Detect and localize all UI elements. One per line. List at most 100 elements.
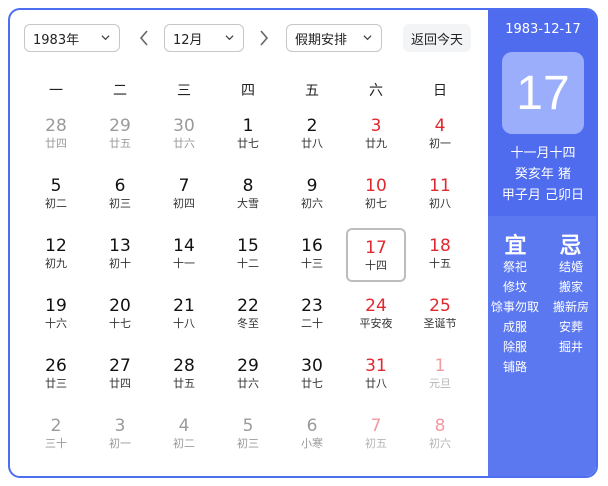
day-number: 2 xyxy=(306,116,318,136)
ji-item: 结婚 xyxy=(558,260,583,274)
day-cell[interactable]: 24 平安夜 xyxy=(346,288,406,342)
lunar-label: 初二 xyxy=(45,197,67,210)
month-select[interactable]: 12月 xyxy=(164,24,244,52)
day-cell[interactable]: 30 廿七 xyxy=(282,348,342,402)
day-cell[interactable]: 1 元旦 xyxy=(410,348,470,402)
lunar-label: 廿四 xyxy=(109,377,131,390)
day-cell[interactable]: 14 十一 xyxy=(154,228,214,282)
day-number: 27 xyxy=(109,356,131,376)
weekday-3: 三 xyxy=(177,83,191,99)
lunar-label: 十六 xyxy=(45,317,67,330)
lunar-label: 初五 xyxy=(365,437,387,450)
weekday-2: 二 xyxy=(113,83,127,99)
day-number: 5 xyxy=(50,176,62,196)
day-cell[interactable]: 17 十四 xyxy=(346,228,406,282)
lunar-label: 廿六 xyxy=(237,377,259,390)
day-cell[interactable]: 30 廿六 xyxy=(154,108,214,162)
day-number: 10 xyxy=(365,176,387,196)
day-number: 14 xyxy=(173,236,195,256)
day-cell[interactable]: 31 廿八 xyxy=(346,348,406,402)
day-cell[interactable]: 29 廿六 xyxy=(218,348,278,402)
lunar-label: 初二 xyxy=(173,437,195,450)
day-cell[interactable]: 9 初六 xyxy=(282,168,342,222)
calendar-main: 1983年 12月 假期安排 返回今天 一二三四五六日 28 廿四 29 廿五 30 廿六… xyxy=(10,10,488,476)
lunar-label: 圣诞节 xyxy=(423,317,457,330)
day-cell[interactable]: 26 廿三 xyxy=(26,348,86,402)
day-cell[interactable]: 3 初一 xyxy=(90,408,150,462)
day-cell[interactable]: 20 十七 xyxy=(90,288,150,342)
day-number: 26 xyxy=(45,356,67,376)
lunar-label: 廿五 xyxy=(109,137,131,150)
day-number: 22 xyxy=(237,296,259,316)
day-cell[interactable]: 29 廿五 xyxy=(90,108,150,162)
lunar-label: 廿八 xyxy=(365,377,387,390)
ji-item: 安葬 xyxy=(558,320,583,334)
day-cell[interactable]: 23 二十 xyxy=(282,288,342,342)
day-cell[interactable]: 25 圣诞节 xyxy=(410,288,470,342)
lunar-label: 十一 xyxy=(173,257,195,270)
prev-month-icon[interactable] xyxy=(138,30,150,46)
day-number: 30 xyxy=(173,116,195,136)
day-number: 3 xyxy=(370,116,382,136)
day-cell[interactable]: 1 廿七 xyxy=(218,108,278,162)
lunar-label: 十五 xyxy=(429,257,451,270)
day-cell[interactable]: 7 初五 xyxy=(346,408,406,462)
holiday-select[interactable]: 假期安排 xyxy=(286,24,382,52)
day-cell[interactable]: 8 初六 xyxy=(410,408,470,462)
day-cell[interactable]: 4 初二 xyxy=(154,408,214,462)
day-cell[interactable]: 18 十五 xyxy=(410,228,470,282)
lunar-label: 十八 xyxy=(173,317,195,330)
day-number: 5 xyxy=(242,416,254,436)
day-cell[interactable]: 8 大雪 xyxy=(218,168,278,222)
yi-item: 成服 xyxy=(502,320,527,334)
weekday-1: 一 xyxy=(49,83,63,99)
day-cell[interactable]: 7 初四 xyxy=(154,168,214,222)
weekday-7: 日 xyxy=(433,83,447,99)
day-number: 21 xyxy=(173,296,195,316)
ganzhi-year: 癸亥年 猪 xyxy=(514,167,572,182)
day-cell[interactable]: 22 冬至 xyxy=(218,288,278,342)
next-month-icon[interactable] xyxy=(258,30,270,46)
day-cell[interactable]: 10 初七 xyxy=(346,168,406,222)
day-cell[interactable]: 11 初八 xyxy=(410,168,470,222)
day-cell[interactable]: 5 初三 xyxy=(218,408,278,462)
day-number: 3 xyxy=(114,416,126,436)
day-number: 1 xyxy=(434,356,446,376)
lunar-label: 二十 xyxy=(301,317,323,330)
day-cell[interactable]: 28 廿五 xyxy=(154,348,214,402)
day-cell[interactable]: 21 十八 xyxy=(154,288,214,342)
day-cell[interactable]: 5 初二 xyxy=(26,168,86,222)
day-cell[interactable]: 28 廿四 xyxy=(26,108,86,162)
day-number: 29 xyxy=(237,356,259,376)
day-number: 2 xyxy=(50,416,62,436)
day-cell[interactable]: 3 廿九 xyxy=(346,108,406,162)
lunar-label: 初一 xyxy=(429,137,451,150)
day-cell[interactable]: 19 十六 xyxy=(26,288,86,342)
day-cell[interactable]: 2 廿八 xyxy=(282,108,342,162)
day-number: 12 xyxy=(45,236,67,256)
yi-item: 馀事勿取 xyxy=(490,300,539,314)
day-cell[interactable]: 15 十二 xyxy=(218,228,278,282)
day-cell[interactable]: 6 初三 xyxy=(90,168,150,222)
day-cell[interactable]: 6 小寒 xyxy=(282,408,342,462)
day-number: 18 xyxy=(429,236,451,256)
lunar-label: 初七 xyxy=(365,197,387,210)
day-cell[interactable]: 27 廿四 xyxy=(90,348,150,402)
lunar-label: 平安夜 xyxy=(359,317,393,330)
lunar-label: 十七 xyxy=(109,317,131,330)
lunar-label: 廿九 xyxy=(365,137,387,150)
day-cell[interactable]: 13 初十 xyxy=(90,228,150,282)
day-cell[interactable]: 2 三十 xyxy=(26,408,86,462)
lunar-label: 初九 xyxy=(45,257,67,270)
day-cell[interactable]: 16 十三 xyxy=(282,228,342,282)
calendar-widget: 1983年 12月 假期安排 返回今天 一二三四五六日 28 廿四 29 廿五 30 廿六… xyxy=(8,8,598,478)
year-select[interactable]: 1983年 xyxy=(24,24,120,52)
lunar-label: 廿八 xyxy=(301,137,323,150)
lunar-label: 廿五 xyxy=(173,377,195,390)
day-number: 8 xyxy=(242,176,254,196)
day-cell[interactable]: 12 初九 xyxy=(26,228,86,282)
day-cell[interactable]: 4 初一 xyxy=(410,108,470,162)
back-to-today-button[interactable]: 返回今天 xyxy=(403,24,471,52)
day-number: 25 xyxy=(429,296,451,316)
lunar-label: 初三 xyxy=(237,437,259,450)
